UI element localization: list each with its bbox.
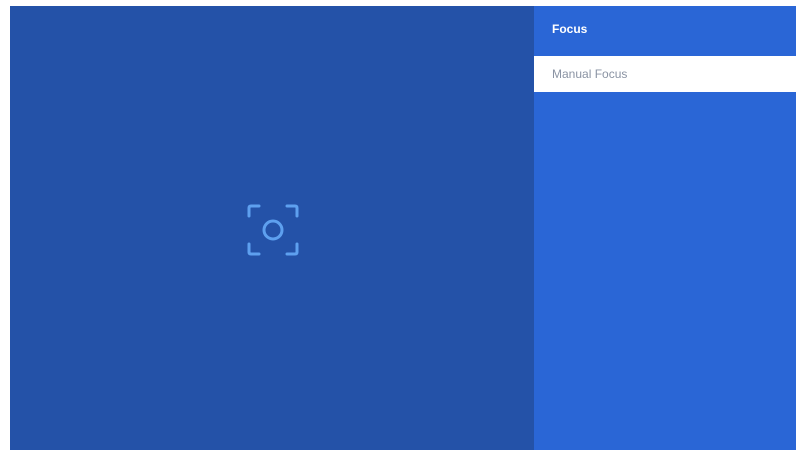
app-window: Focus Manual Focus: [10, 6, 796, 450]
focus-panel: Focus Manual Focus: [534, 6, 796, 450]
focus-target-icon: [245, 202, 301, 258]
panel-title: Focus: [552, 22, 588, 36]
menu-item-label: Manual Focus: [552, 67, 628, 81]
camera-preview[interactable]: [10, 6, 534, 450]
menu-item-manual-focus[interactable]: Manual Focus: [534, 56, 796, 92]
